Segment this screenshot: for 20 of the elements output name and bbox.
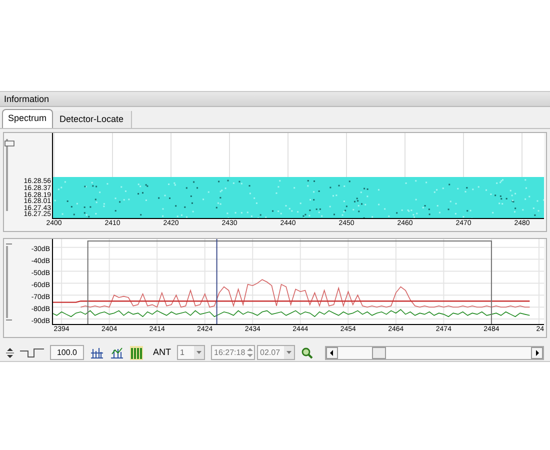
horizontal-scrollbar[interactable] — [325, 346, 544, 360]
bar-chart-icon[interactable] — [130, 346, 143, 360]
tab[interactable]: Spectrum — [2, 109, 53, 128]
antenna-dropdown[interactable]: 1 — [177, 345, 205, 360]
zoom-value-field[interactable]: 100.0 — [50, 345, 84, 360]
chart-marker-icon[interactable] — [90, 346, 104, 359]
panel-title: Information — [0, 92, 550, 107]
chart-peak-icon[interactable] — [110, 346, 124, 359]
tab[interactable]: Detector-Locate — [52, 111, 132, 128]
marker-line[interactable] — [216, 239, 218, 325]
antenna-label: ANT — [153, 346, 171, 359]
spin-arrows-icon[interactable] — [6, 346, 14, 360]
search-icon[interactable] — [301, 346, 313, 358]
pulse-shape-icon[interactable] — [20, 346, 44, 358]
scroll-left-icon[interactable] — [326, 346, 338, 358]
scroll-right-icon[interactable] — [531, 346, 543, 358]
time-field[interactable]: 16:27:18 — [211, 345, 255, 360]
date-dropdown[interactable]: 02.07 — [257, 345, 295, 360]
spin-arrows-icon — [246, 346, 254, 359]
scroll-thumb[interactable] — [372, 346, 386, 358]
